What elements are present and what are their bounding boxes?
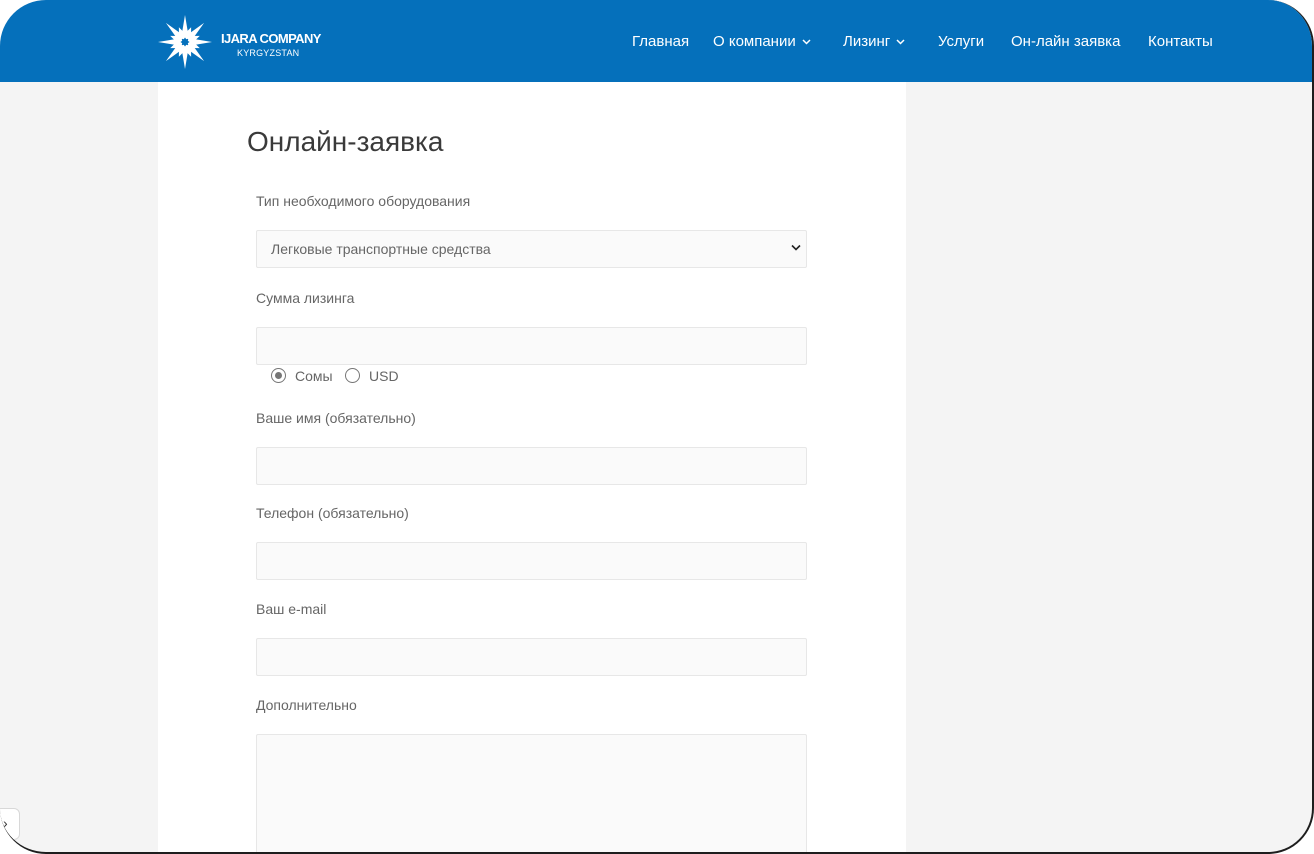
email-label: Ваш e-mail [256,601,327,617]
chevron-down-icon [896,39,905,45]
nav-item-label: Лизинг [843,33,891,50]
nav-item-services[interactable]: Услуги [938,33,984,51]
browser-frame: IJARA COMPANY KYRGYZSTAN Главная О компа… [0,0,1314,854]
nav-item-about[interactable]: О компании [713,33,811,51]
side-panel-toggle[interactable]: › [0,808,20,840]
nav-item-leasing[interactable]: Лизинг [843,33,905,51]
currency-option-label: Сомы [295,368,333,384]
phone-label: Телефон (обязательно) [256,505,409,521]
equipment-type-select[interactable]: Легковые транспортные средства [256,230,807,268]
nav-item-label: Услуги [938,33,985,50]
chevron-right-icon: › [3,815,8,831]
name-label: Ваше имя (обязательно) [256,410,416,426]
nav-item-label: Он-лайн заявка [1011,33,1121,50]
page-title: Онлайн-заявка [247,126,444,157]
nav-item-online-application[interactable]: Он-лайн заявка [1011,33,1120,51]
leasing-amount-input[interactable] [256,327,807,365]
main-content: Онлайн-заявка Тип необходимого оборудова… [158,82,906,852]
chevron-down-icon [802,39,811,45]
site-header: IJARA COMPANY KYRGYZSTAN Главная О компа… [0,0,1312,82]
nav-item-label: О компании [713,33,796,50]
radio-selected-icon [271,368,286,383]
email-input[interactable] [256,638,807,676]
phone-input[interactable] [256,542,807,580]
radio-unselected-icon [345,368,360,383]
equipment-type-label: Тип необходимого оборудования [256,193,471,209]
nav-item-label: Главная [632,33,690,50]
nav-item-label: Контакты [1148,33,1213,50]
additional-info-label: Дополнительно [256,697,357,713]
main-nav: Главная О компании Лизинг Услуги Он-лайн… [0,33,1312,53]
currency-option-label: USD [369,368,399,384]
name-input[interactable] [256,447,807,485]
chevron-down-icon [791,244,801,251]
nav-item-home[interactable]: Главная [632,33,689,51]
additional-info-textarea[interactable] [256,734,807,852]
nav-item-contacts[interactable]: Контакты [1148,33,1213,51]
equipment-type-value: Легковые транспортные средства [271,241,491,257]
leasing-amount-label: Сумма лизинга [256,290,355,306]
